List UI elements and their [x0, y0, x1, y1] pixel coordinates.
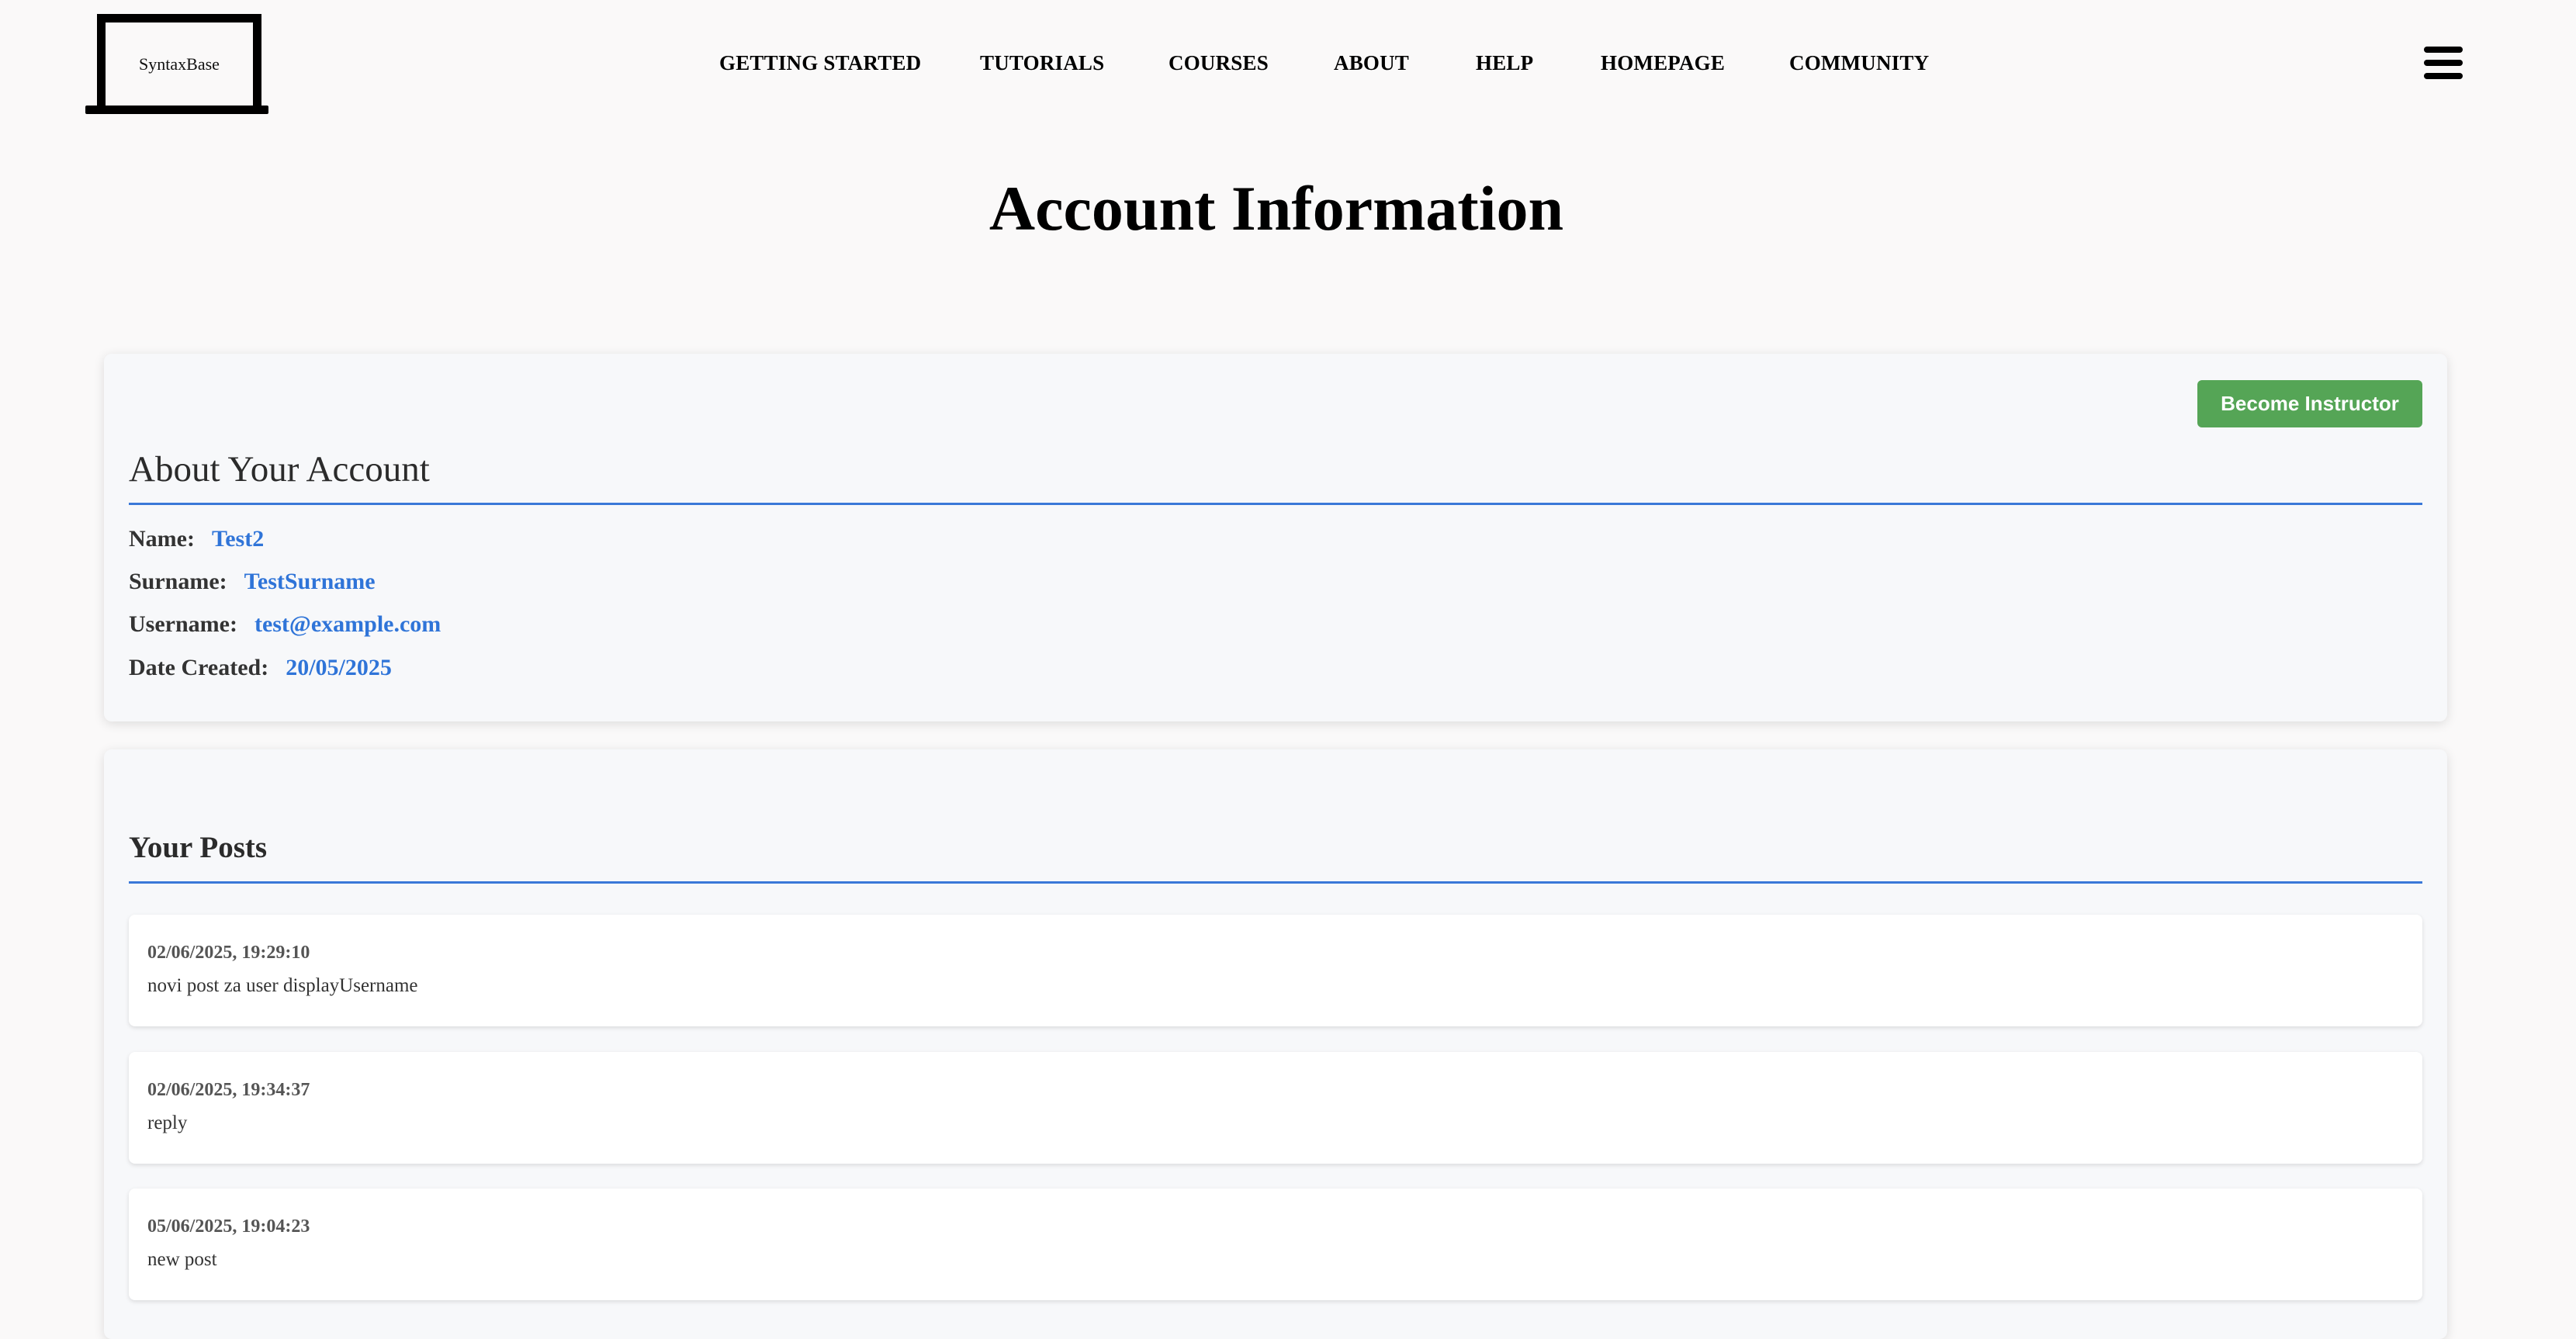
your-posts-heading: Your Posts: [129, 830, 2422, 884]
about-account-heading: About Your Account: [129, 448, 2422, 505]
posts-card: Your Posts 02/06/2025, 19:29:10 novi pos…: [104, 749, 2447, 1339]
post-date: 05/06/2025, 19:04:23: [147, 1216, 310, 1237]
nav-tutorials[interactable]: TUTORIALS: [980, 51, 1104, 75]
post-item[interactable]: 02/06/2025, 19:34:37 reply: [129, 1052, 2422, 1164]
nav-getting-started[interactable]: GETTING STARTED: [719, 51, 921, 75]
post-date: 02/06/2025, 19:29:10: [147, 943, 310, 963]
hamburger-line: [2424, 73, 2463, 79]
post-content: reply: [147, 1112, 188, 1133]
info-row-surname: Surname: TestSurname: [129, 569, 376, 595]
info-value: test@example.com: [254, 611, 441, 637]
become-instructor-button[interactable]: Become Instructor: [2197, 380, 2422, 427]
info-row-name: Name: Test2: [129, 526, 264, 552]
nav-community[interactable]: COMMUNITY: [1789, 51, 1929, 75]
post-date: 02/06/2025, 19:34:37: [147, 1080, 310, 1100]
laptop-base: [85, 106, 268, 114]
info-value: TestSurname: [244, 569, 376, 594]
info-value: Test2: [211, 526, 265, 552]
info-label: Name:: [129, 526, 195, 552]
post-item[interactable]: 02/06/2025, 19:29:10 novi post za user d…: [129, 915, 2422, 1026]
post-item[interactable]: 05/06/2025, 19:04:23 new post: [129, 1188, 2422, 1300]
nav-help[interactable]: HELP: [1476, 51, 1533, 75]
hamburger-line: [2424, 47, 2463, 53]
post-content: novi post za user displayUsername: [147, 975, 418, 996]
main-nav: GETTING STARTED TUTORIALS COURSES ABOUT …: [0, 51, 2576, 82]
nav-homepage[interactable]: HOMEPAGE: [1601, 51, 1725, 75]
info-row-username: Username: test@example.com: [129, 611, 441, 638]
account-card: Become Instructor About Your Account Nam…: [104, 354, 2447, 721]
info-label: Date Created:: [129, 655, 269, 680]
post-content: new post: [147, 1249, 217, 1270]
nav-about[interactable]: ABOUT: [1334, 51, 1409, 75]
nav-courses[interactable]: COURSES: [1169, 51, 1269, 75]
info-value: 20/05/2025: [286, 655, 392, 680]
info-label: Username:: [129, 611, 237, 637]
info-row-date-created: Date Created: 20/05/2025: [129, 655, 392, 681]
hamburger-line: [2424, 60, 2463, 66]
hamburger-menu-icon[interactable]: [2424, 47, 2463, 79]
site-header: SyntaxBase GETTING STARTED TUTORIALS COU…: [0, 0, 2576, 132]
page-title: Account Information: [989, 173, 1564, 244]
info-label: Surname:: [129, 569, 227, 594]
